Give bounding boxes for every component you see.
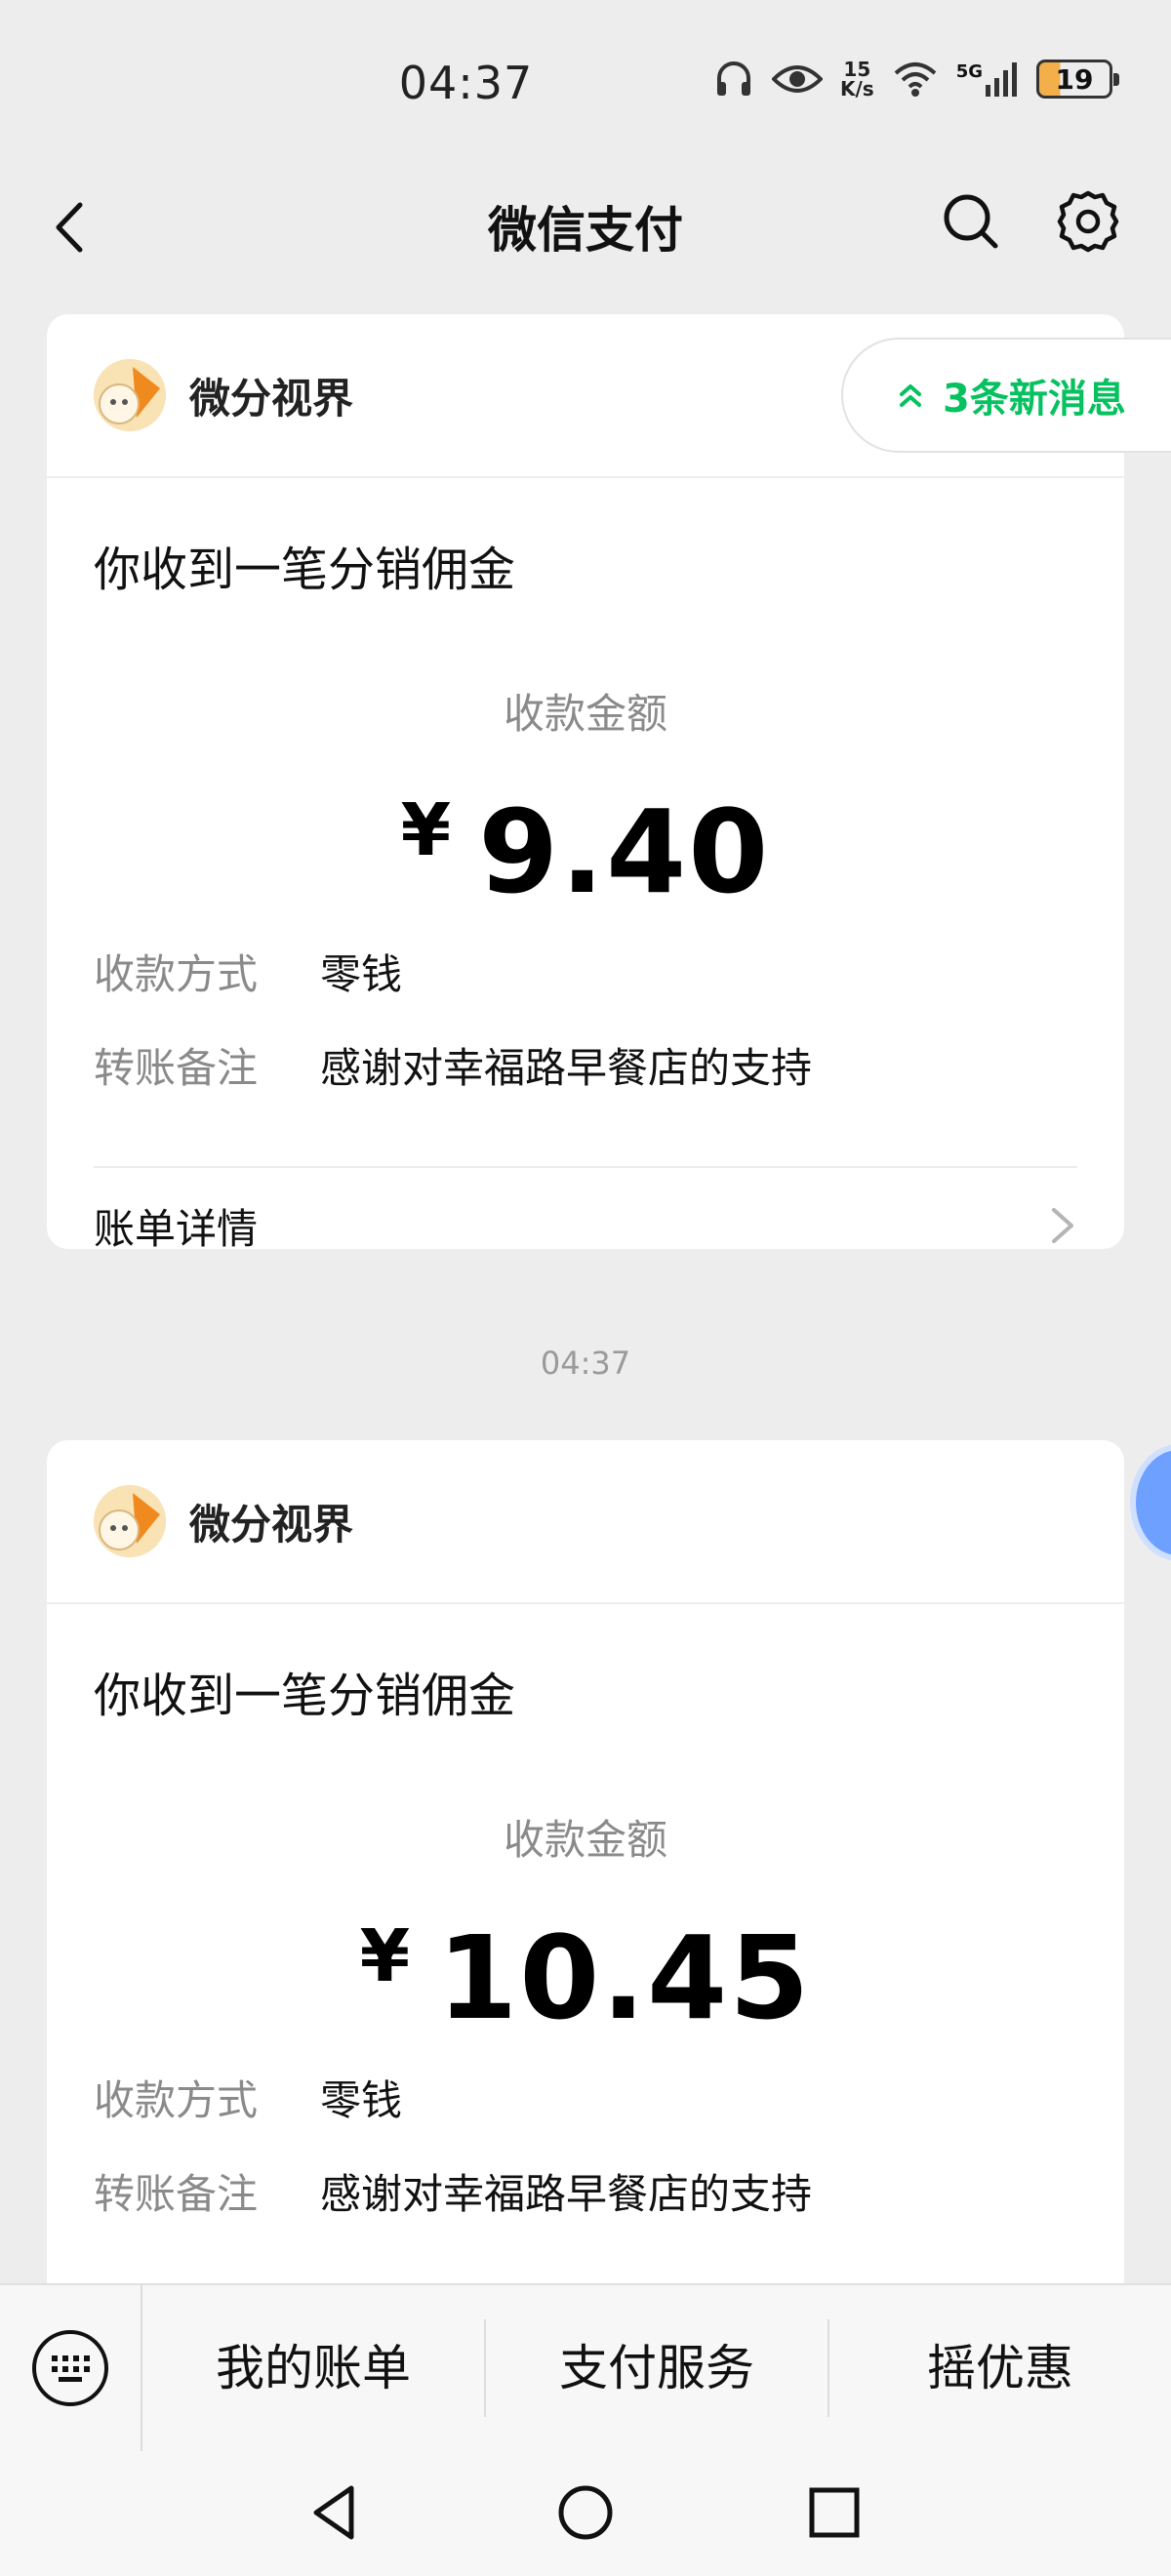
note-row: 转账备注 感谢对幸福路早餐店的支持	[94, 1039, 1124, 1098]
currency-symbol: ¥	[400, 788, 454, 872]
note-label: 转账备注	[94, 2170, 259, 2218]
system-home-icon[interactable]	[553, 2480, 618, 2545]
note-value: 感谢对幸福路早餐店的支持	[320, 2170, 813, 2218]
currency-symbol: ¥	[359, 1914, 413, 1998]
message-timestamp: 04:37	[540, 1345, 631, 1382]
new-messages-label: 3条新消息	[943, 377, 1126, 422]
message-title: 你收到一笔分销佣金	[94, 543, 516, 597]
double-chevron-up-icon	[900, 384, 921, 407]
method-row: 收款方式 零钱	[94, 2072, 1124, 2130]
menu-payment-services[interactable]: 支付服务	[486, 2319, 829, 2417]
merchant-avatar	[94, 359, 166, 431]
card-header: 微分视界	[47, 1440, 1124, 1604]
system-back-icon[interactable]	[303, 2480, 367, 2545]
message-title: 你收到一笔分销佣金	[94, 1669, 516, 1723]
battery-indicator: 19	[1036, 60, 1119, 99]
gear-icon[interactable]	[1054, 187, 1122, 256]
amount-value: ¥10.45	[47, 1888, 1124, 2046]
menu-my-bills[interactable]: 我的账单	[142, 2319, 486, 2417]
keyboard-icon	[32, 2330, 108, 2406]
signal-group: 5G	[956, 61, 1019, 97]
menu-shake-offers[interactable]: 摇优惠	[829, 2319, 1171, 2417]
headphones-icon	[716, 61, 750, 96]
bill-details-label: 账单详情	[94, 1204, 259, 1250]
payment-message-card: 微分视界 你收到一笔分销佣金 收款金额 ¥10.45 收款方式 零钱 转账备注 …	[47, 1440, 1124, 2416]
status-icons: 15 K/s 5G 19	[713, 59, 1119, 100]
system-navigation-bar	[0, 2451, 1171, 2576]
note-value: 感谢对幸福路早餐店的支持	[320, 1044, 813, 1092]
merchant-name: 微分视界	[189, 1500, 354, 1549]
keyboard-toggle-button[interactable]	[0, 2284, 142, 2452]
amount-value: ¥9.40	[47, 762, 1124, 920]
method-value: 零钱	[320, 950, 403, 998]
new-messages-button[interactable]: 3条新消息	[841, 338, 1171, 453]
status-bar: 04:37 15 K/s 5G 19	[0, 0, 1171, 166]
network-type: 5G	[955, 61, 983, 82]
note-row: 转账备注 感谢对幸福路早餐店的支持	[94, 2165, 1124, 2224]
method-label: 收款方式	[94, 2076, 259, 2124]
amount-number: 9.40	[478, 785, 771, 919]
method-value: 零钱	[320, 2076, 403, 2124]
eye-icon	[771, 65, 823, 93]
bill-details-link[interactable]: 账单详情	[94, 1168, 1077, 1249]
system-recents-icon[interactable]	[802, 2480, 867, 2545]
method-label: 收款方式	[94, 950, 259, 998]
net-speed-value: 15	[843, 58, 871, 81]
search-icon[interactable]	[937, 187, 1005, 256]
net-speed-unit: K/s	[839, 77, 874, 101]
nav-bar: 微信支付	[0, 166, 1171, 293]
bottom-menu: 我的账单 支付服务 摇优惠	[0, 2283, 1171, 2452]
floating-assistant-bubble[interactable]	[1130, 1444, 1171, 1561]
merchant-name: 微分视界	[189, 374, 354, 423]
net-speed: 15 K/s	[840, 60, 874, 99]
merchant-avatar	[94, 1485, 166, 1557]
payment-message-card: 微分视界 你收到一笔分销佣金 收款金额 ¥9.40 收款方式 零钱 转账备注 感…	[47, 314, 1124, 1249]
amount-label: 收款金额	[503, 1816, 667, 1864]
amount-label: 收款金额	[503, 690, 667, 738]
signal-icon	[986, 62, 1017, 97]
amount-number: 10.45	[437, 1911, 812, 2045]
note-label: 转账备注	[94, 1044, 259, 1092]
method-row: 收款方式 零钱	[94, 946, 1124, 1004]
wifi-icon	[894, 62, 937, 97]
chevron-right-icon	[1052, 1208, 1073, 1243]
